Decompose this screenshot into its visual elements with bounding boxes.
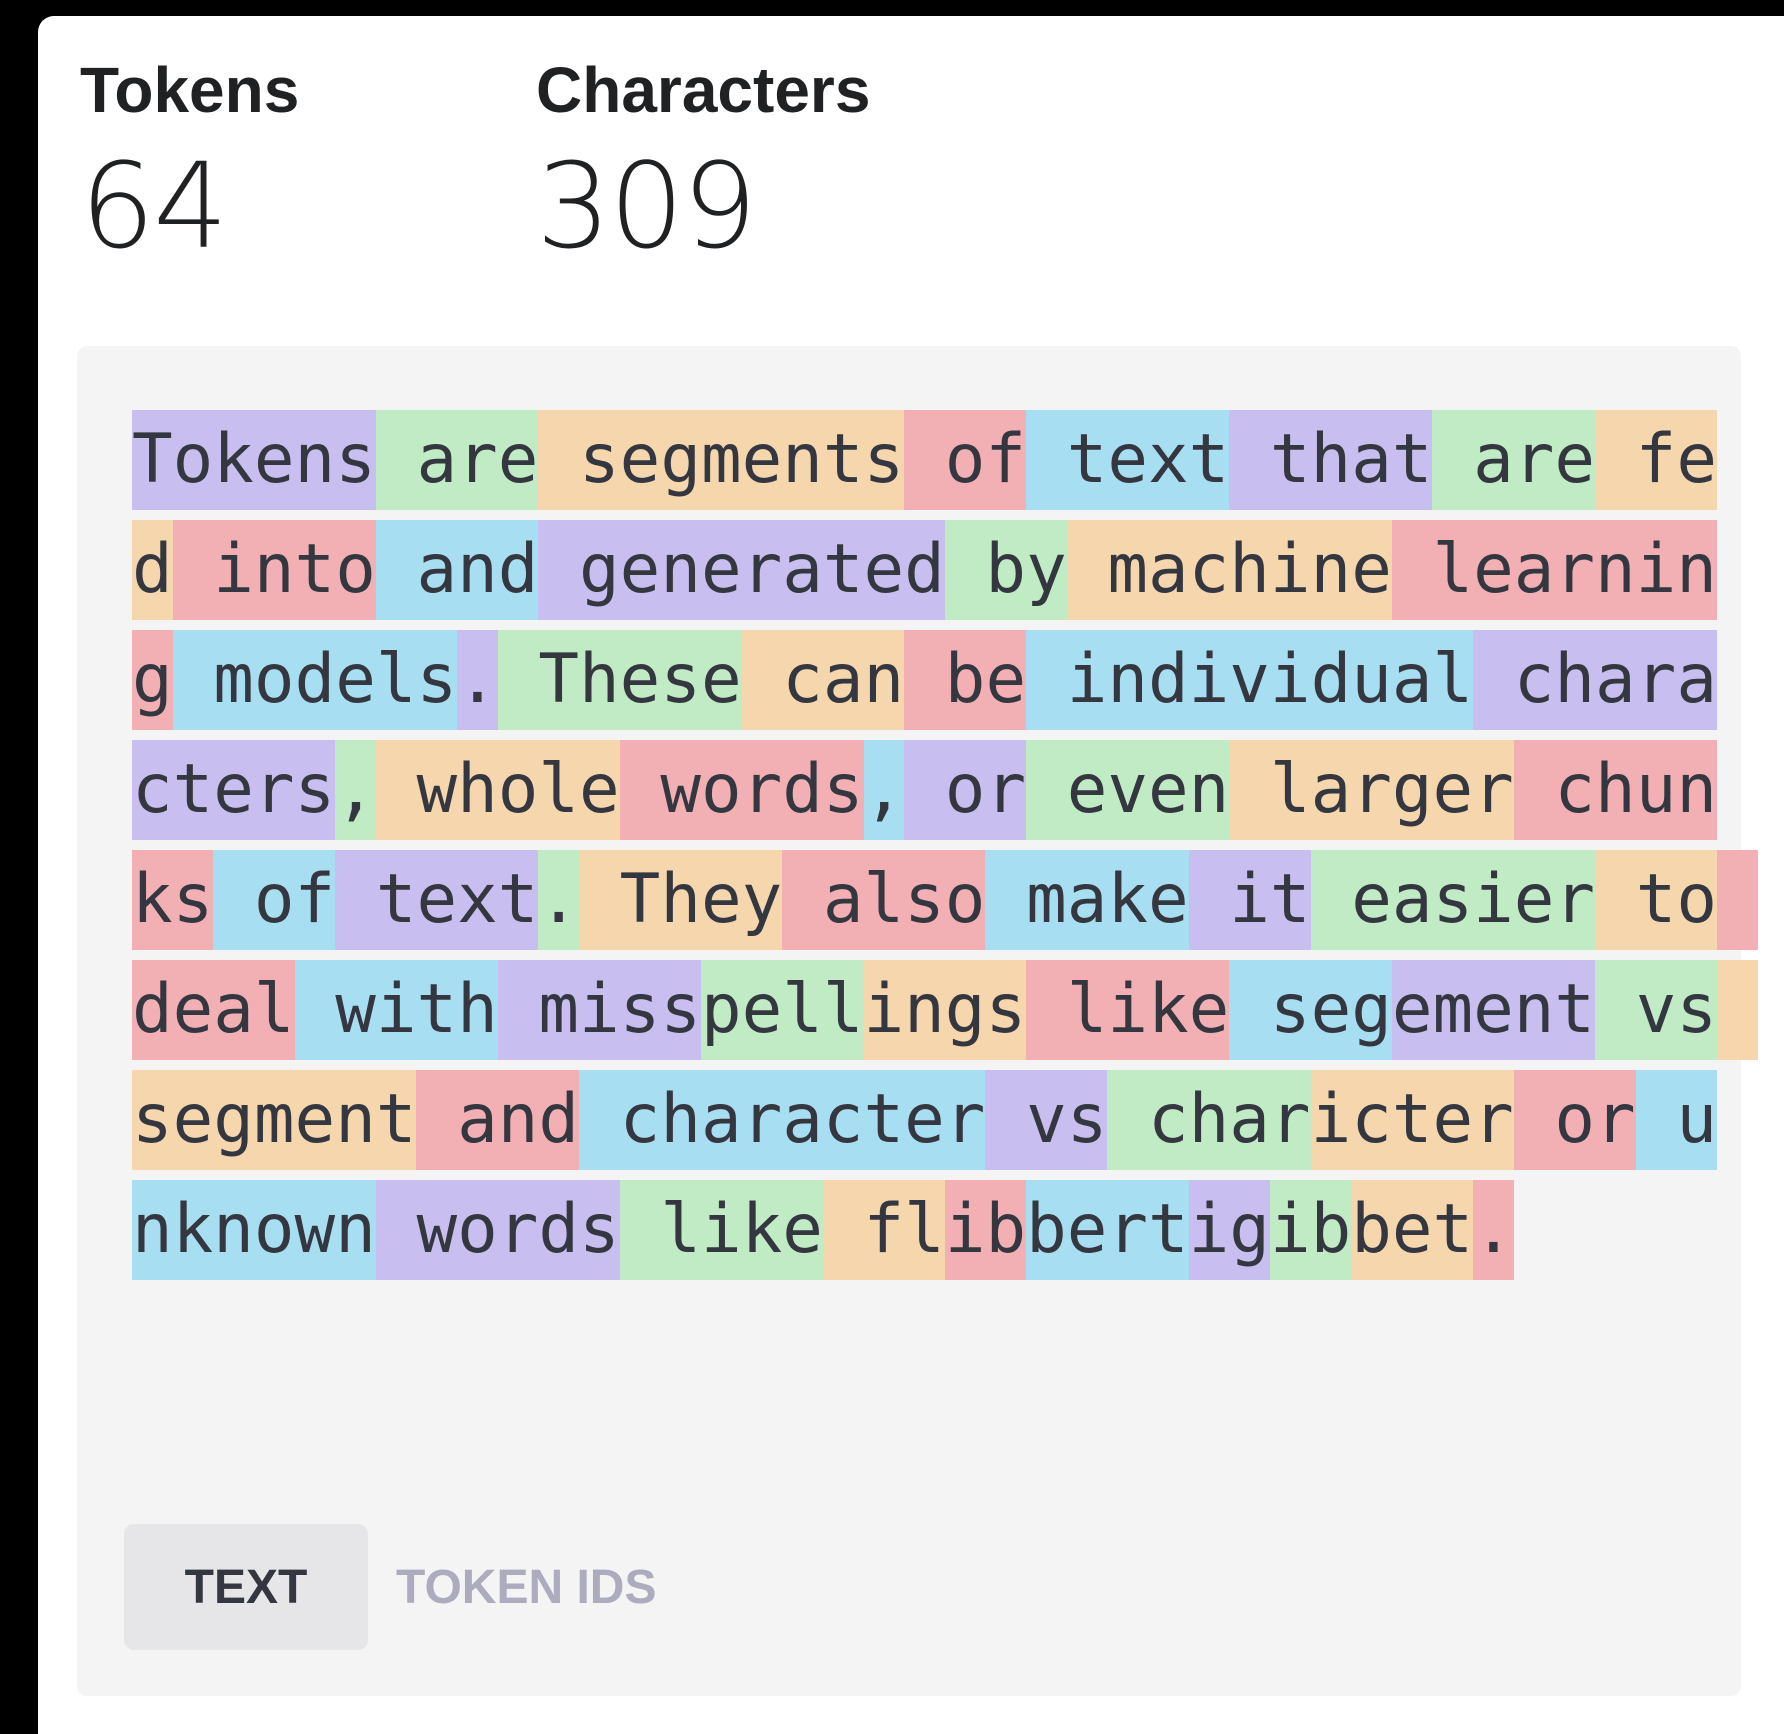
token-span: by	[944, 520, 1067, 620]
token-span: even	[1026, 740, 1230, 840]
token-span: They	[579, 850, 783, 950]
token-span: ib	[944, 1180, 1027, 1280]
token-span: vs	[985, 1070, 1108, 1170]
token-span: words	[375, 1180, 620, 1280]
token-count-label: Tokens	[80, 54, 300, 126]
token-span: segments	[538, 410, 905, 510]
token-span: Tokens	[132, 410, 376, 510]
view-toggle: TEXT TOKEN IDS	[124, 1524, 736, 1650]
token-span: ement	[1391, 960, 1596, 1060]
token-span: ,	[863, 740, 905, 840]
token-span: .	[538, 850, 580, 950]
token-span: pell	[700, 960, 864, 1060]
token-span: or	[904, 740, 1027, 840]
token-span: These	[497, 630, 742, 730]
token-span: are	[1432, 410, 1596, 510]
token-span: bet	[1351, 1180, 1474, 1280]
token-span: can	[741, 630, 905, 730]
token-span: models	[172, 630, 458, 730]
token-span: miss	[497, 960, 701, 1060]
token-span: individual	[1026, 630, 1474, 730]
tab-token-ids[interactable]: TOKEN IDS	[386, 1524, 736, 1650]
token-span: icter	[1310, 1070, 1514, 1170]
token-span: like	[619, 1180, 823, 1280]
token-count-value: 64	[80, 137, 228, 275]
token-span: of	[213, 850, 336, 950]
token-span: or	[1513, 1070, 1636, 1170]
token-span: machine	[1066, 520, 1392, 620]
token-span: char	[1107, 1070, 1311, 1170]
token-span: .	[1473, 1180, 1514, 1280]
token-count-stat: Tokens 64	[80, 50, 536, 276]
token-span: also	[782, 850, 986, 950]
tab-text[interactable]: TEXT	[124, 1524, 368, 1650]
token-span: it	[1188, 850, 1311, 950]
token-span: fl	[822, 1180, 945, 1280]
stats-row: Tokens 64 Characters 309	[80, 50, 1036, 276]
token-span: make	[985, 850, 1189, 950]
token-span: ,	[335, 740, 376, 840]
token-span: ings	[863, 960, 1027, 1060]
token-span: character	[579, 1070, 986, 1170]
token-span: and	[375, 520, 539, 620]
token-span: text	[335, 850, 539, 950]
token-span: whole	[375, 740, 620, 840]
token-span: bert	[1026, 1180, 1189, 1280]
token-span: words	[619, 740, 864, 840]
token-span: and	[416, 1070, 580, 1170]
token-span: ig	[1188, 1180, 1270, 1280]
token-span: larger	[1229, 740, 1514, 840]
token-span: be	[904, 630, 1027, 730]
token-span: to	[1595, 850, 1717, 950]
tokenized-output-box: Tokens are segments of text that are fed…	[77, 346, 1758, 1696]
character-count-stat: Characters 309	[536, 50, 1036, 276]
token-span: ib	[1269, 1180, 1352, 1280]
token-span: vs	[1595, 960, 1717, 1060]
token-span: are	[375, 410, 539, 510]
token-span: easier	[1310, 850, 1596, 950]
token-span: that	[1229, 410, 1433, 510]
token-span: of	[904, 410, 1027, 510]
screen-frame: Tokens 64 Characters 309 Tokens are segm…	[0, 0, 1784, 1734]
token-span: generated	[538, 520, 945, 620]
token-span: .	[457, 630, 498, 730]
token-span: text	[1026, 410, 1230, 510]
token-span: seg	[1229, 960, 1392, 1060]
character-count-value: 309	[536, 137, 757, 275]
character-count-label: Characters	[536, 54, 871, 126]
token-span: like	[1026, 960, 1230, 1060]
token-span: with	[294, 960, 498, 1060]
token-span: into	[172, 520, 376, 620]
tokenized-text: Tokens are segments of text that are fed…	[132, 404, 1758, 1284]
